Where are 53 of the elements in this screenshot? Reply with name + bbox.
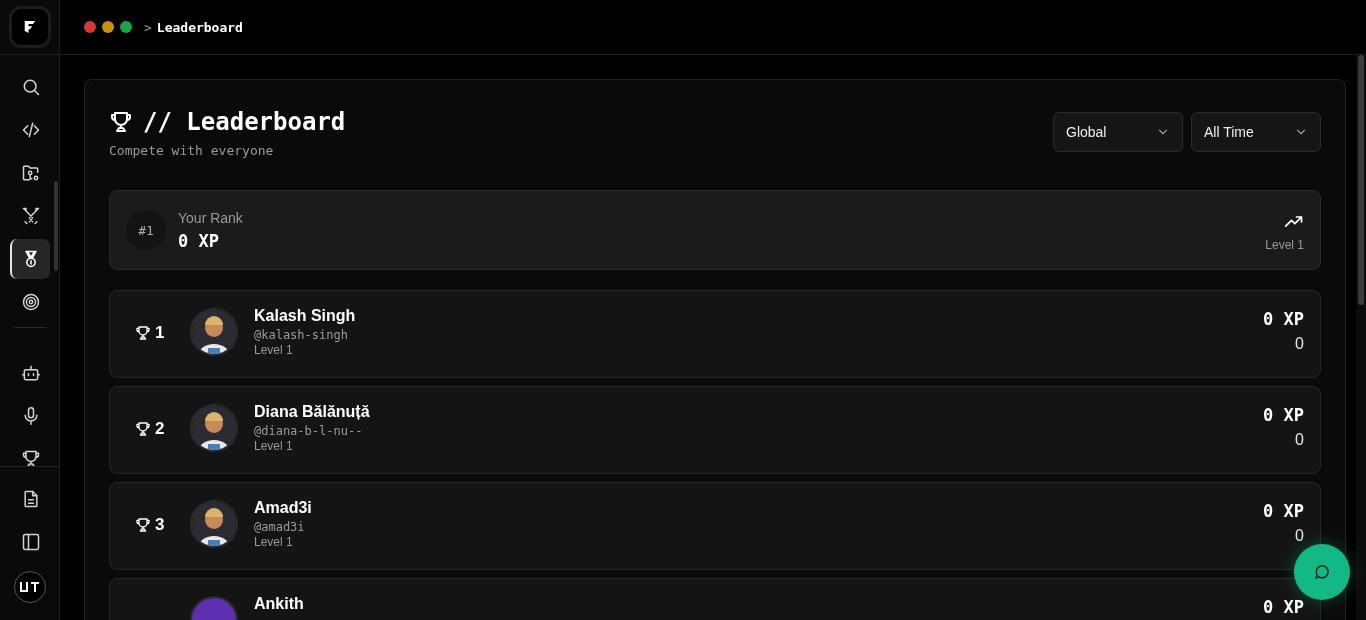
leaderboard-row[interactable]: Ankith 0 XP <box>109 578 1321 620</box>
level-label: Level 1 <box>254 535 294 549</box>
page-subtitle: Compete with everyone <box>109 143 275 158</box>
dropdown[interactable]: Global <box>1053 112 1183 152</box>
user-name: Amad3i <box>254 498 313 518</box>
user-name: Ankith <box>254 594 305 614</box>
robot-icon <box>20 363 41 383</box>
xp-value: 0 XP <box>1263 597 1304 617</box>
your-xp: 0 XP <box>178 230 220 251</box>
xp-value: 0 XP <box>1263 405 1304 425</box>
xp-value: 0 XP <box>1263 309 1304 329</box>
user-name: Diana Bălănuță <box>254 402 371 422</box>
score-value: 0 <box>1295 527 1304 545</box>
level-label: Level 1 <box>254 439 294 453</box>
page-title: // Leaderboard <box>143 107 346 137</box>
user-handle: @amad3i <box>254 520 306 534</box>
target-icon <box>20 292 41 312</box>
folder-key-icon <box>20 163 41 183</box>
maximize-dot[interactable] <box>120 21 132 33</box>
minimize-dot[interactable] <box>102 21 114 33</box>
code-icon <box>20 120 41 140</box>
sidebar-panel-icon <box>20 532 41 552</box>
score-value: 0 <box>1295 335 1304 353</box>
level-label: Level 1 <box>1265 238 1304 252</box>
crossed-swords-icon <box>20 206 41 226</box>
close-dot[interactable] <box>84 21 96 33</box>
leaderboard-row[interactable]: 2 Diana Bălănuță @diana-b-l-nu-- Level 1 0 XP 0 <box>109 386 1321 474</box>
sidebar-item[interactable] <box>9 239 50 279</box>
trophy-icon <box>135 421 151 437</box>
your-rank-label: Your Rank <box>178 209 244 226</box>
rank-number: 3 <box>155 515 165 535</box>
rank-number: 1 <box>155 323 165 343</box>
scrollbar-thumb[interactable] <box>1358 55 1364 305</box>
rank-number: 2 <box>155 419 165 439</box>
breadcrumb-separator: > <box>144 19 152 35</box>
user-handle: @diana-b-l-nu-- <box>254 424 364 438</box>
app-logo[interactable] <box>11 9 48 45</box>
leaderboard-row[interactable]: 3 Amad3i @amad3i Level 1 0 XP 0 <box>109 482 1321 570</box>
breadcrumb-current: Leaderboard <box>156 19 243 35</box>
rank-badge: #1 <box>126 210 166 250</box>
trophy-icon <box>109 110 133 134</box>
user-handle: @kalash-singh <box>254 328 349 342</box>
score-value: 0 <box>1295 431 1304 449</box>
user-name: Kalash Singh <box>254 306 357 326</box>
dropdown[interactable]: All Time <box>1191 112 1321 152</box>
xp-value: 0 XP <box>1263 501 1304 521</box>
trophy-icon <box>135 517 151 533</box>
profile-avatar[interactable] <box>13 571 46 603</box>
chat-bubble-icon <box>1313 563 1331 581</box>
trophy-icon <box>135 325 151 341</box>
trophy-icon <box>20 449 41 466</box>
leaderboard-row[interactable]: 1 Kalash Singh @kalash-singh Level 1 0 XP 0 <box>109 290 1321 378</box>
level-label: Level 1 <box>254 343 294 357</box>
